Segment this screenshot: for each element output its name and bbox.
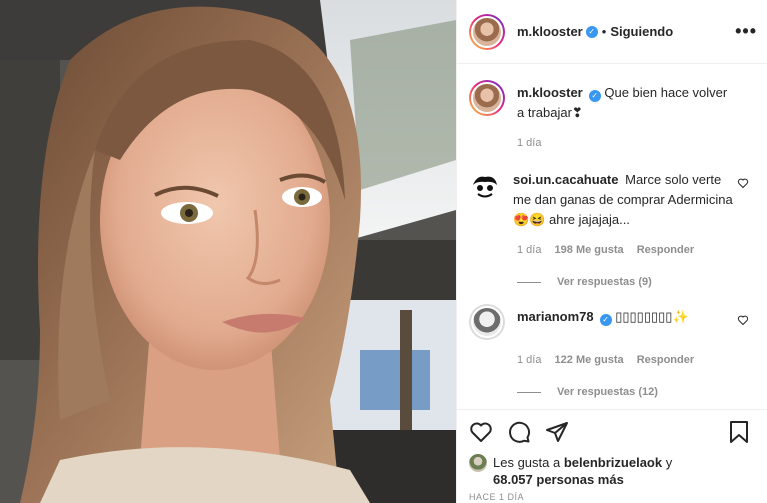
replies-divider bbox=[517, 281, 541, 283]
comment-item: marianom78 ✓ ▯▯▯▯▯▯▯▯✨ bbox=[469, 304, 755, 340]
like-heart-icon[interactable] bbox=[469, 420, 493, 444]
commenter-username[interactable]: marianom78 bbox=[517, 309, 594, 324]
caption-meta: 1 día bbox=[517, 137, 755, 149]
comment-item: soi.un.cacahuate Marce solo verte me dan… bbox=[469, 167, 755, 230]
likes-summary: Les gusta a belenbrizuelaok y 68.057 per… bbox=[457, 454, 767, 488]
view-replies-button[interactable]: Ver respuestas (9) bbox=[517, 276, 755, 288]
post-side-panel: m.klooster ✓ • Siguiendo ••• m.klooster ✓… bbox=[456, 0, 767, 503]
verified-badge-icon: ✓ bbox=[599, 314, 612, 326]
comment-meta: 1 día 198 Me gusta Responder bbox=[517, 244, 755, 256]
view-replies-label: Ver respuestas (9) bbox=[557, 276, 652, 288]
liker-avatar[interactable] bbox=[469, 454, 487, 472]
post-timestamp: HACE 1 DÍA bbox=[469, 492, 525, 502]
reply-button[interactable]: Responder bbox=[637, 354, 694, 366]
post-header: m.klooster ✓ • Siguiendo ••• bbox=[457, 0, 767, 64]
post-actions bbox=[457, 410, 767, 454]
bookmark-icon[interactable] bbox=[727, 420, 751, 444]
caption: m.klooster ✓ Que bien hace volver a traba… bbox=[469, 80, 755, 123]
likes-prefix: Les gusta a bbox=[493, 455, 561, 470]
view-replies-button[interactable]: Ver respuestas (12) bbox=[517, 386, 755, 398]
liker-username[interactable]: belenbrizuelaok bbox=[564, 455, 662, 470]
caption-avatar[interactable] bbox=[469, 80, 505, 116]
author-username[interactable]: m.klooster bbox=[517, 24, 583, 39]
like-comment-heart-icon[interactable] bbox=[737, 177, 749, 189]
comment-text: ▯▯▯▯▯▯▯▯✨ bbox=[615, 309, 689, 324]
likes-conj: y bbox=[665, 455, 673, 470]
comment-time: 1 día bbox=[517, 354, 542, 366]
caption-username[interactable]: m.klooster bbox=[517, 85, 583, 100]
replies-divider bbox=[517, 391, 541, 393]
comment-bubble-icon[interactable] bbox=[507, 420, 531, 444]
selfie-image bbox=[0, 0, 456, 503]
comments-list[interactable]: m.klooster ✓ Que bien hace volver a traba… bbox=[457, 64, 767, 410]
reply-button[interactable]: Responder bbox=[637, 244, 694, 256]
commenter-username[interactable]: soi.un.cacahuate bbox=[513, 172, 618, 187]
like-comment-heart-icon[interactable] bbox=[737, 314, 749, 326]
comment-likes-count[interactable]: 198 Me gusta bbox=[555, 244, 624, 256]
comment-likes-count[interactable]: 122 Me gusta bbox=[555, 354, 624, 366]
commenter-avatar[interactable] bbox=[469, 171, 501, 203]
share-paper-plane-icon[interactable] bbox=[545, 420, 569, 444]
comment-time: 1 día bbox=[517, 244, 542, 256]
verified-badge-icon: ✓ bbox=[588, 90, 601, 102]
separator-dot: • bbox=[601, 24, 607, 39]
following-button[interactable]: Siguiendo bbox=[610, 24, 673, 39]
more-options-icon[interactable]: ••• bbox=[735, 21, 757, 42]
caption-time: 1 día bbox=[517, 137, 542, 149]
view-replies-label: Ver respuestas (12) bbox=[557, 386, 658, 398]
commenter-avatar[interactable] bbox=[469, 304, 505, 340]
verified-badge-icon: ✓ bbox=[585, 25, 598, 38]
author-avatar[interactable] bbox=[469, 13, 505, 50]
likes-count[interactable]: 68.057 personas más bbox=[493, 472, 624, 487]
comment-meta: 1 día 122 Me gusta Responder bbox=[517, 354, 755, 366]
post-photo[interactable] bbox=[0, 0, 456, 503]
